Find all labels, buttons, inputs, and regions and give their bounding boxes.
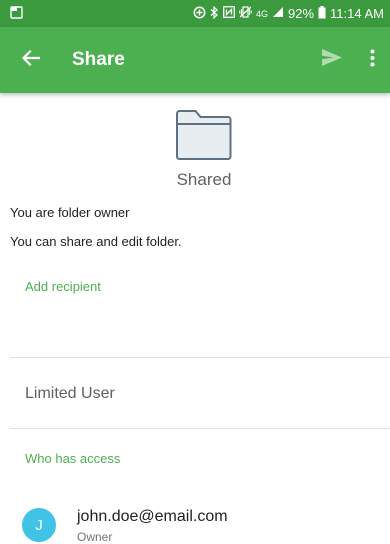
folder-icon <box>175 109 233 161</box>
back-button[interactable] <box>0 27 72 93</box>
role-selector[interactable]: Limited User <box>25 385 115 403</box>
vibrate-icon <box>239 6 252 21</box>
notification-icon <box>10 5 23 22</box>
data-saver-icon <box>193 6 206 22</box>
permission-info: You can share and edit folder. <box>10 234 182 249</box>
bluetooth-icon <box>210 5 219 22</box>
divider <box>10 357 390 358</box>
folder-name: Shared <box>176 170 232 189</box>
status-left <box>10 5 23 22</box>
arrow-back-icon <box>21 49 41 71</box>
more-options-button[interactable] <box>354 27 390 93</box>
avatar: J <box>22 508 56 542</box>
access-section-header: Who has access <box>25 451 121 466</box>
battery-icon <box>318 5 326 22</box>
send-button[interactable] <box>310 27 354 93</box>
list-item[interactable]: J john.doe@email.com Owner <box>0 500 390 544</box>
signal-icon <box>272 6 284 21</box>
user-role: Owner <box>77 530 113 544</box>
app-bar: Share <box>0 27 390 93</box>
status-icons: 4G 92% 11:14 AM <box>193 5 384 22</box>
network-type: 4G <box>255 8 268 19</box>
owner-info: You are folder owner <box>10 205 130 220</box>
nfc-icon <box>223 6 235 21</box>
status-time: 11:14 AM <box>330 6 384 21</box>
more-vert-icon <box>370 49 375 72</box>
send-icon <box>321 48 343 72</box>
battery-percent: 92% <box>288 6 315 21</box>
divider <box>10 428 390 429</box>
status-bar: 4G 92% 11:14 AM <box>0 0 390 27</box>
add-recipient-button[interactable]: Add recipient <box>25 279 101 294</box>
user-email: john.doe@email.com <box>77 508 228 525</box>
page-title: Share <box>72 49 125 70</box>
